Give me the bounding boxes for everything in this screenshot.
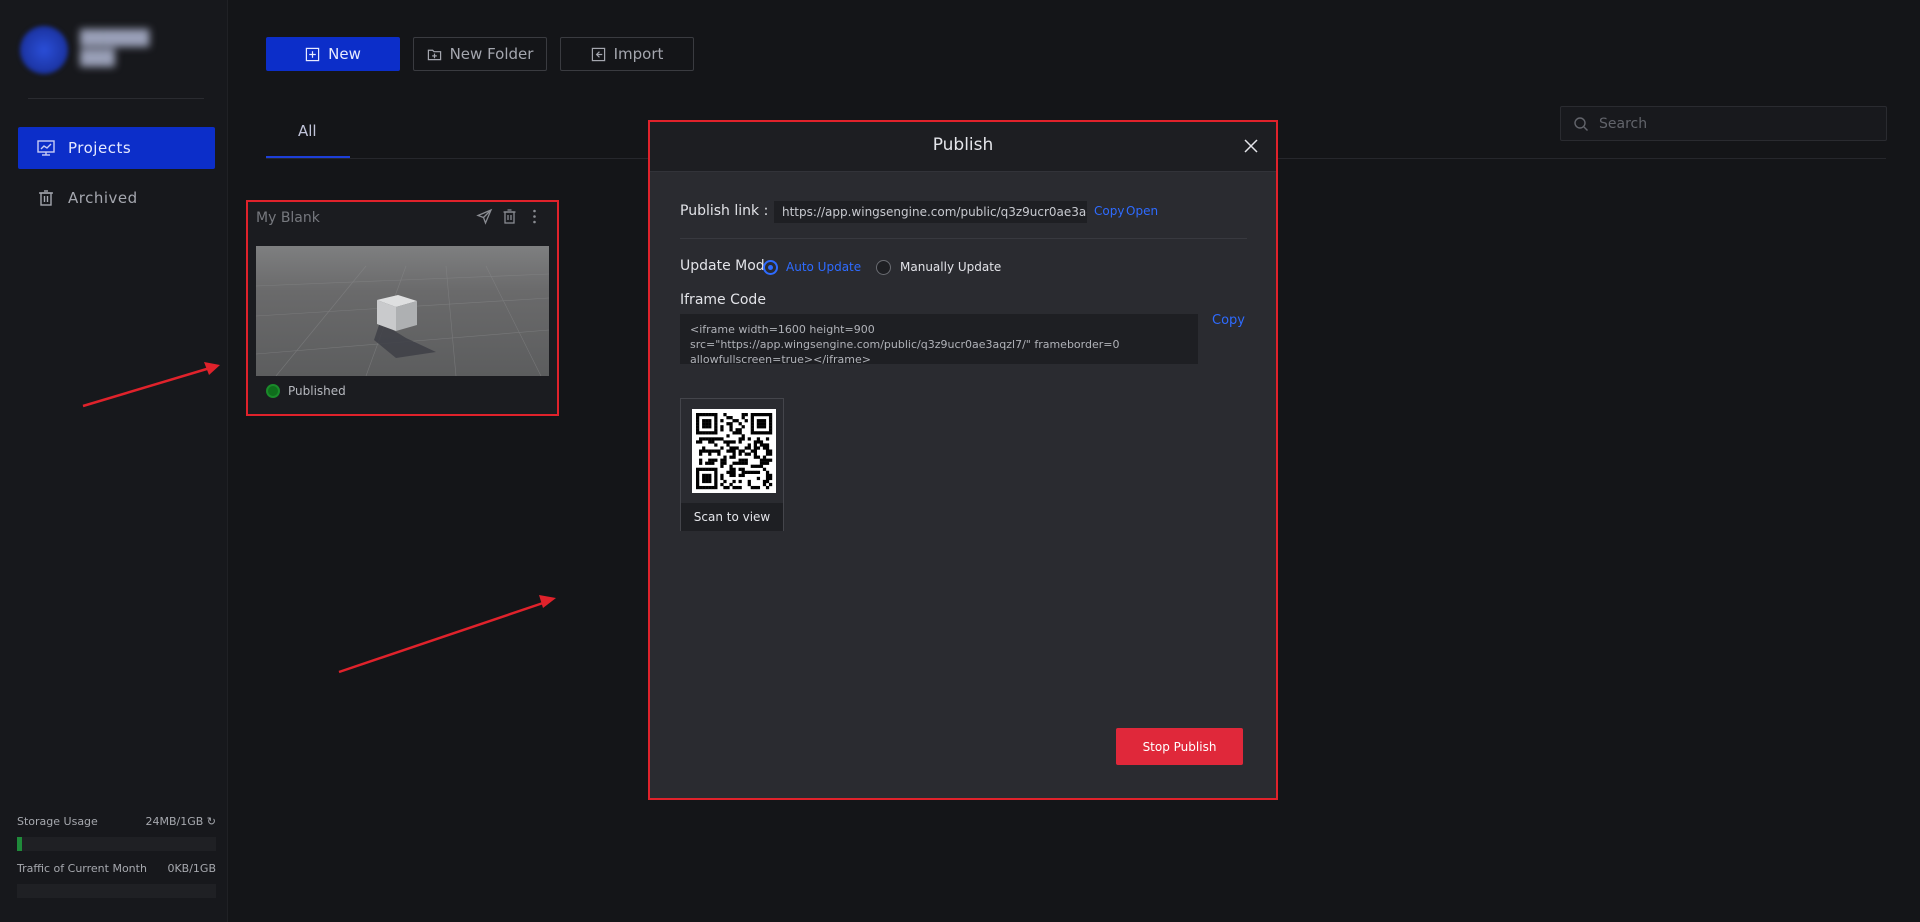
presentation-chart-icon <box>37 140 55 156</box>
project-card[interactable]: My Blank Published <box>246 200 559 416</box>
sidebar-item-label: Archived <box>68 189 138 207</box>
qr-code-panel: Scan to view <box>680 398 784 531</box>
traffic-label: Traffic of Current Month <box>17 862 147 875</box>
qr-code-image <box>692 409 776 493</box>
traffic-usage: Traffic of Current Month 0KB/1GB <box>17 862 216 898</box>
import-icon <box>591 47 605 61</box>
sidebar-item-label: Projects <box>68 139 132 157</box>
import-button-label: Import <box>613 45 664 63</box>
project-title: My Blank <box>256 210 320 226</box>
more-vertical-icon[interactable] <box>526 208 543 225</box>
card-actions <box>476 208 543 225</box>
annotation-arrow-card <box>82 362 220 408</box>
new-button-label: New <box>328 45 361 63</box>
user-name-blurred: ██████ ███ <box>80 29 150 67</box>
open-link-button[interactable]: Open <box>1126 204 1158 218</box>
published-dot <box>266 384 280 398</box>
sidebar-item-projects[interactable]: Projects <box>18 127 215 169</box>
stop-publish-button[interactable]: Stop Publish <box>1116 728 1243 765</box>
trash-icon <box>39 190 53 206</box>
publish-link-field[interactable]: https://app.wingsengine.com/public/q3z9u… <box>774 201 1087 223</box>
folder-plus-icon <box>427 49 441 60</box>
auto-update-label[interactable]: Auto Update <box>786 260 861 274</box>
tab-all[interactable]: All <box>298 122 317 140</box>
search-placeholder: Search <box>1599 115 1648 132</box>
project-thumbnail[interactable] <box>256 246 549 376</box>
modal-header: Publish <box>650 122 1276 172</box>
search-icon <box>1574 116 1588 131</box>
import-button[interactable]: Import <box>560 37 694 71</box>
trash-icon[interactable] <box>501 208 518 225</box>
iframe-code-field[interactable]: <iframe width=1600 height=900 src="https… <box>680 314 1198 366</box>
modal-divider <box>680 238 1247 239</box>
auto-update-radio[interactable] <box>763 260 778 275</box>
manual-update-radio[interactable] <box>876 260 891 275</box>
send-icon[interactable] <box>476 208 493 225</box>
qr-caption: Scan to view <box>681 503 783 531</box>
close-icon[interactable] <box>1242 137 1260 155</box>
plus-square-icon <box>305 47 320 61</box>
storage-bar-fill <box>17 837 22 851</box>
copy-iframe-button[interactable]: Copy <box>1212 313 1245 328</box>
status-text: Published <box>288 384 346 398</box>
sidebar: ██████ ███ Projects Archived Storage Usag… <box>0 0 228 922</box>
qr-code-graphic <box>696 413 773 490</box>
storage-usage: Storage Usage 24MB/1GB ↻ <box>17 815 216 851</box>
search-input[interactable]: Search <box>1560 106 1887 141</box>
iframe-code-label: Iframe Code <box>680 292 766 308</box>
modal-title: Publish <box>932 135 994 155</box>
sidebar-item-archived[interactable]: Archived <box>18 177 215 219</box>
status-badge: Published <box>266 384 346 398</box>
refresh-icon[interactable]: ↻ <box>207 815 216 828</box>
sidebar-divider <box>28 98 204 99</box>
new-folder-button[interactable]: New Folder <box>413 37 547 71</box>
traffic-value: 0KB/1GB <box>167 862 216 875</box>
publish-link-label: Publish link : <box>680 203 769 219</box>
storage-value-wrap: 24MB/1GB ↻ <box>145 815 216 828</box>
storage-bar <box>17 837 216 851</box>
publish-modal: Publish Publish link : https://app.wings… <box>648 120 1278 800</box>
new-button[interactable]: New <box>266 37 400 71</box>
storage-value: 24MB/1GB <box>145 815 204 828</box>
traffic-bar <box>17 884 216 898</box>
avatar[interactable] <box>20 26 68 74</box>
storage-label: Storage Usage <box>17 815 98 828</box>
scene-preview-image <box>256 265 549 376</box>
copy-link-button[interactable]: Copy <box>1094 204 1124 218</box>
new-folder-button-label: New Folder <box>449 45 534 63</box>
annotation-arrow-modal <box>338 595 556 674</box>
manual-update-label[interactable]: Manually Update <box>900 260 1001 274</box>
